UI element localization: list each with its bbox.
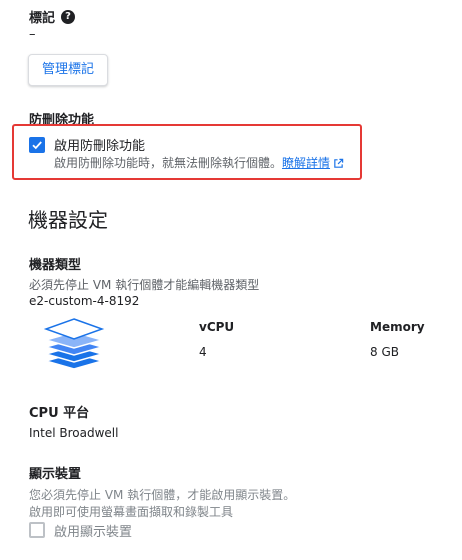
machine-type-value: e2-custom-4-8192 <box>29 294 140 308</box>
memory-label: Memory <box>370 320 425 334</box>
external-link-icon[interactable] <box>333 158 344 169</box>
machine-type-title: 機器類型 <box>29 258 82 273</box>
machine-type-note: 必須先停止 VM 執行個體才能編輯機器類型 <box>29 278 260 292</box>
help-icon[interactable]: ? <box>61 9 76 24</box>
display-device-note-2: 啟用即可使用螢幕畫面擷取和錄製工具 <box>29 505 234 519</box>
display-device-note-1: 您必須先停止 VM 執行個體，才能啟用顯示裝置。 <box>29 488 296 502</box>
labels-section-title: 標記 ? <box>29 7 76 26</box>
display-device-title: 顯示裝置 <box>29 467 82 482</box>
labels-value: – <box>29 27 36 42</box>
display-device-checkbox[interactable] <box>29 522 45 538</box>
vcpu-label: vCPU <box>199 320 235 334</box>
check-icon <box>32 141 42 150</box>
cpu-platform-title: CPU 平台 <box>29 406 90 421</box>
display-device-label[interactable]: 啟用顯示裝置 <box>54 521 132 540</box>
deletion-helper-text: 啟用防刪除功能時，就無法刪除執行個體。 <box>54 156 283 170</box>
machine-config-heading: 機器設定 <box>28 208 108 232</box>
cpu-platform-value: Intel Broadwell <box>29 426 119 440</box>
manage-labels-button-label: 管理標記 <box>42 62 95 77</box>
deletion-protection-checkbox[interactable] <box>29 137 45 153</box>
labels-title-text: 標記 <box>29 11 56 26</box>
layers-icon <box>43 318 105 370</box>
manage-labels-button[interactable]: 管理標記 <box>28 54 109 86</box>
learn-more-link[interactable]: 瞭解詳情 <box>282 156 330 170</box>
memory-value: 8 GB <box>370 345 399 359</box>
deletion-protection-helper: 啟用防刪除功能時，就無法刪除執行個體。瞭解詳情 <box>54 154 344 171</box>
deletion-protection-label[interactable]: 啟用防刪除功能 <box>54 135 145 154</box>
vcpu-value: 4 <box>199 345 207 359</box>
